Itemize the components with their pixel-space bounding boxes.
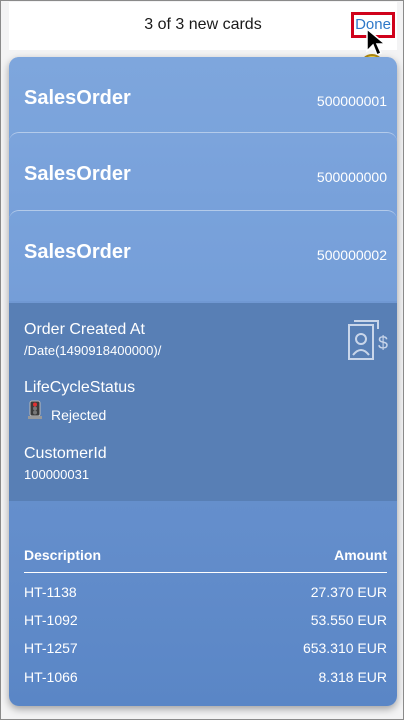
row-description: HT-1066 — [24, 669, 78, 685]
row-amount: 53.550 EUR — [310, 612, 387, 628]
card-item[interactable]: SalesOrder 500000002 — [9, 210, 397, 301]
header-title: 3 of 3 new cards — [144, 16, 262, 33]
row-amount: 8.318 EUR — [318, 669, 387, 685]
card-title: SalesOrder — [24, 163, 131, 185]
row-amount: 27.370 EUR — [310, 584, 387, 600]
app-frame: 3 of 3 new cards Done 1 SalesOrder 50000… — [0, 0, 404, 720]
amount-header: Amount — [334, 547, 387, 563]
card-stack: SalesOrder 500000001 SalesOrder 50000000… — [9, 57, 397, 706]
card-title: SalesOrder — [24, 241, 131, 263]
svg-text:$: $ — [378, 333, 388, 353]
customer-id-label: CustomerId — [24, 445, 107, 462]
card-title: SalesOrder — [24, 87, 131, 109]
items-table: Description Amount HT-1138 27.370 EUR HT… — [9, 501, 397, 706]
lifecycle-status-label: LifeCycleStatus — [24, 379, 136, 396]
cursor-icon — [366, 27, 388, 57]
price-document-icon: $ — [348, 320, 388, 360]
header-bar: 3 of 3 new cards Done — [9, 2, 397, 50]
card-number: 500000001 — [316, 93, 387, 109]
row-description: HT-1138 — [24, 584, 77, 600]
card-number: 500000000 — [316, 169, 387, 185]
row-amount: 653.310 EUR — [302, 640, 387, 656]
row-description: HT-1257 — [24, 640, 78, 656]
description-header: Description — [24, 547, 102, 563]
customer-id-value: 100000031 — [24, 467, 90, 482]
order-created-value: /Date(1490918400000)/ — [24, 343, 162, 358]
lifecycle-status-value: Rejected — [51, 407, 107, 423]
row-description: HT-1092 — [24, 612, 78, 628]
card-details: Order Created At /Date(1490918400000)/ $… — [9, 303, 397, 501]
header-divider — [24, 572, 387, 573]
card-number: 500000002 — [316, 247, 387, 263]
traffic-light-icon — [28, 400, 42, 419]
order-created-label: Order Created At — [24, 321, 145, 338]
